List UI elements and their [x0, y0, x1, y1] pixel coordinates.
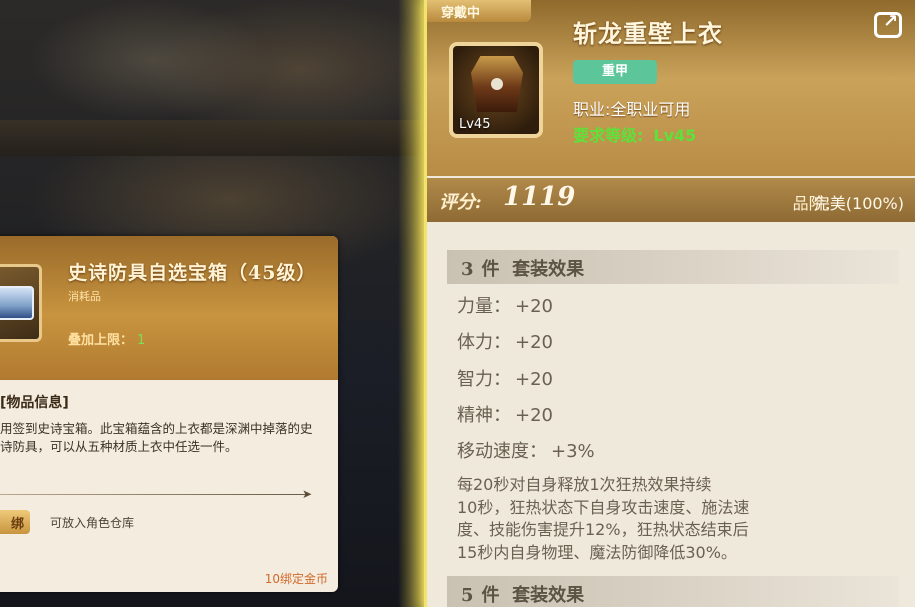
stat-line: 力量： +20: [457, 292, 553, 318]
item-tooltip-card: 史诗防具自选宝箱（45级） 消耗品 叠加上限： 1 [物品信息] 用签到史诗宝箱。…: [0, 236, 338, 592]
stat-value: +20: [515, 369, 553, 390]
stat-name: 移动速度：: [457, 441, 547, 462]
stat-name: 智力：: [457, 369, 511, 390]
stat-line: 智力： +20: [457, 365, 553, 391]
equipped-tag: 穿戴中: [427, 0, 531, 22]
effect-line: 度、技能伤害提升12%，狂热状态结束后: [457, 520, 749, 539]
item-category: 消耗品: [68, 290, 101, 303]
effect-line: 15秒内自身物理、魔法防御降低30%。: [457, 542, 737, 562]
stat-value: +20: [515, 296, 553, 317]
stat-line: 移动速度： +3%: [457, 437, 595, 463]
score-label: 评分:: [439, 192, 482, 213]
equipped-item-title: 斩龙重壁上衣: [573, 19, 723, 48]
set-unit: 件: [481, 585, 500, 606]
stat-value: +20: [515, 405, 553, 426]
armor-type-badge: 重甲: [573, 60, 657, 84]
stack-limit-value: 1: [137, 333, 146, 348]
storage-note: 可放入角色仓库: [50, 516, 135, 530]
armor-gem: [491, 78, 503, 90]
stat-line: 体力： +20: [457, 328, 553, 354]
level-requirement-label: 要求等级:: [573, 126, 644, 145]
item-tooltip-header: 史诗防具自选宝箱（45级） 消耗品 叠加上限： 1: [0, 236, 338, 380]
stack-limit-label: 叠加上限：: [68, 333, 134, 348]
equipped-item-icon-frame[interactable]: Lv45: [449, 42, 543, 138]
score-value: 1119: [503, 182, 576, 212]
score-bar: 评分: 1119 品阶: 完美(100%): [427, 178, 915, 222]
set-effect-description: 每20秒对自身释放1次狂热效果持续 10秒，狂热状态下自身攻击速度、施法速 度、…: [457, 474, 887, 564]
level-requirement-value: Lv45: [653, 126, 697, 145]
stat-name: 体力：: [457, 332, 511, 353]
stat-value: +20: [515, 332, 553, 353]
effect-line: 每20秒对自身释放1次狂热效果持续: [457, 475, 712, 494]
level-requirement: 要求等级: Lv45: [573, 122, 696, 146]
background-shelf: [0, 120, 422, 156]
stat-name: 力量：: [457, 296, 511, 317]
item-title: 史诗防具自选宝箱（45级）: [68, 262, 317, 284]
grade-value: 完美(100%): [813, 194, 904, 213]
set-effect-heading-3: 3件 套装效果: [447, 250, 899, 284]
item-icon-frame[interactable]: [0, 264, 42, 342]
item-description: 用签到史诗宝箱。此宝箱蕴含的上衣都是深渊中掉落的史诗防具，可以从五种材质上衣中任…: [0, 421, 313, 454]
treasure-chest-icon: [0, 286, 34, 320]
set-count: 3: [461, 259, 474, 280]
stat-line: 精神： +20: [457, 401, 553, 427]
icon-level-label: Lv45: [459, 117, 491, 132]
divider: [0, 494, 306, 495]
class-requirement: 职业:全职业可用: [573, 100, 691, 119]
stat-name: 精神：: [457, 405, 511, 426]
set-count: 5: [461, 585, 474, 606]
share-button[interactable]: [874, 11, 902, 38]
set-label: 套装效果: [512, 585, 585, 606]
item-price: 10绑定金币: [264, 572, 328, 586]
item-info-heading: [物品信息]: [0, 395, 69, 411]
set-unit: 件: [481, 259, 500, 280]
effect-line: 10秒，狂热状态下自身攻击速度、施法速: [457, 497, 750, 517]
equipped-item-panel: 穿戴中 斩龙重壁上衣 Lv45 重甲 职业:全职业可用 要求等级: Lv45 评分…: [424, 0, 915, 607]
divider-arrow-icon: ➤: [302, 487, 313, 501]
bound-badge: 绑: [0, 510, 30, 534]
equipped-item-header: 穿戴中 斩龙重壁上衣 Lv45 重甲 职业:全职业可用 要求等级: Lv45: [427, 0, 915, 176]
stack-limit: 叠加上限： 1: [68, 329, 145, 348]
set-effect-heading-5: 5件 套装效果: [447, 576, 899, 607]
stat-value: +3%: [551, 441, 595, 462]
set-label: 套装效果: [512, 259, 585, 280]
